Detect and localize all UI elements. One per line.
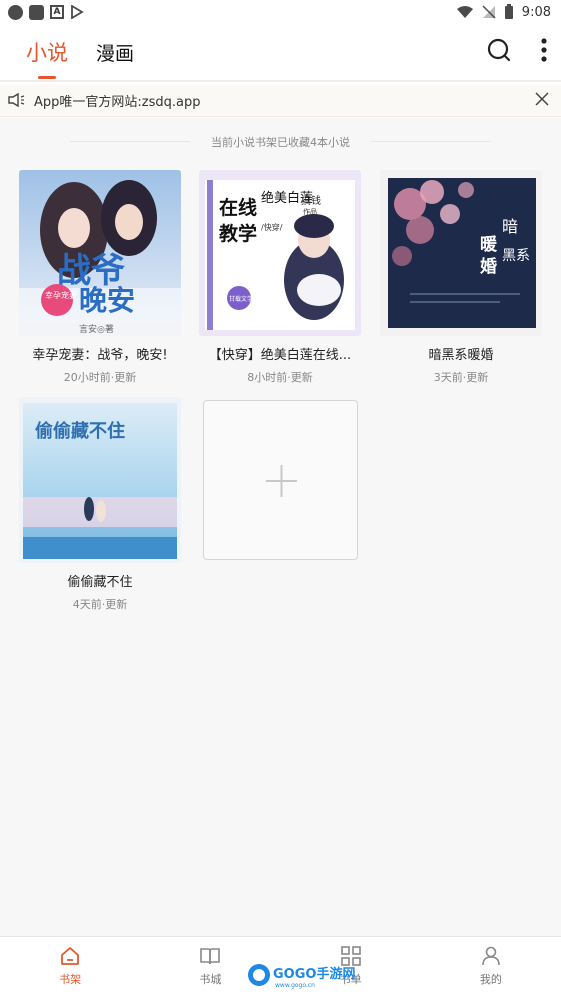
watermark-sub-text: www.gogo.cn <box>275 982 315 989</box>
cover-title-text-4: 婚 <box>480 256 497 277</box>
book-title[interactable]: 偷偷藏不住 <box>19 571 181 590</box>
cover-badge-text: 甘载文学 <box>229 295 253 303</box>
close-icon[interactable] <box>535 92 549 106</box>
book-cover-art: 偷偷藏不住 <box>19 397 181 563</box>
cover-author-text: 言安◎著 <box>79 323 114 335</box>
battery-icon <box>504 4 513 19</box>
plus-icon <box>266 465 297 497</box>
clock: 9:08 <box>521 4 551 20</box>
book-card[interactable]: 在线 教学 绝美白莲 /快穿/ 搞钱 作品 甘载文学 【快穿】绝美白莲在线...… <box>199 170 361 385</box>
cover-title-text-3: 暖 <box>480 234 498 255</box>
book-cover[interactable]: 战爷 晚安 幸孕宠妻 言安◎著 <box>19 170 181 336</box>
cover-title-text-2: 晚安 <box>79 284 135 317</box>
cover-title-text-2: 黑系 <box>502 248 530 264</box>
app-notification-icon <box>29 4 44 20</box>
cover-badge-text: 幸孕宠妻 <box>45 290 77 300</box>
book-icon <box>200 948 221 965</box>
cover-tag-text: /快穿/ <box>261 222 283 232</box>
notification-icon <box>8 4 23 20</box>
more-menu-icon[interactable] <box>541 38 547 62</box>
cover-title-text: 偷偷藏不住 <box>35 420 125 442</box>
book-card[interactable]: 偷偷藏不住 偷偷藏不住 4天前·更新 <box>19 397 181 612</box>
book-title[interactable]: 幸孕宠妻：战爷，晚安! <box>19 344 181 363</box>
book-cover[interactable]: 偷偷藏不住 <box>19 397 181 563</box>
book-update-time: 20小时前·更新 <box>63 371 137 384</box>
search-icon[interactable] <box>487 38 511 62</box>
play-store-icon <box>71 5 84 19</box>
book-cover[interactable]: 在线 教学 绝美白莲 /快穿/ 搞钱 作品 甘载文学 <box>199 170 361 336</box>
book-title[interactable]: 【快穿】绝美白莲在线... <box>199 344 361 363</box>
status-bar: A 9:08 <box>0 0 561 24</box>
nav-profile-label: 我的 <box>479 973 502 986</box>
notice-bar: App唯一官方网站:zsdq.app <box>0 84 561 117</box>
no-signal-icon <box>482 5 496 19</box>
nav-bookshelf-label: 书架 <box>59 973 82 986</box>
cover-title-text: 暗 <box>502 217 518 236</box>
home-icon <box>61 947 80 965</box>
tab-comic[interactable]: 漫画 <box>96 39 134 66</box>
book-update-time: 8小时前·更新 <box>247 371 313 384</box>
book-cover-art: 战爷 晚安 幸孕宠妻 言安◎著 <box>19 170 181 336</box>
status-right: 9:08 <box>456 4 551 20</box>
top-tab-bar: 小说 漫画 <box>0 24 561 82</box>
watermark-text: GOGO手游网 <box>273 966 355 982</box>
book-title[interactable]: 暗黑系暖婚 <box>380 344 542 363</box>
watermark-logo: GOGO手游网 www.gogo.cn <box>248 964 355 989</box>
nav-profile[interactable]: 我的 <box>421 937 561 999</box>
nav-bookstore-label: 书城 <box>199 973 222 986</box>
cover-title-text-2: 教学 <box>219 222 257 245</box>
shelf-info: 当前小说书架已收藏4本小说 <box>0 134 561 150</box>
wifi-icon <box>456 6 473 18</box>
notice-text: App唯一官方网站:zsdq.app <box>34 94 201 110</box>
status-left-icons: A <box>8 4 84 20</box>
bookshelf: 当前小说书架已收藏4本小说 战爷 晚安 幸孕宠妻 言安◎著 幸孕宠妻：战爷，晚安… <box>0 118 561 936</box>
nav-bookshelf[interactable]: 书架 <box>0 937 140 999</box>
book-update-time: 4天前·更新 <box>72 598 128 611</box>
book-cover-art: 暗 黑系 暖 婚 <box>380 170 542 336</box>
add-book-button[interactable] <box>203 400 358 560</box>
book-card[interactable]: 战爷 晚安 幸孕宠妻 言安◎著 幸孕宠妻：战爷，晚安! 20小时前·更新 <box>19 170 181 385</box>
top-actions <box>487 38 547 62</box>
book-cover-art: 在线 教学 绝美白莲 /快穿/ 搞钱 作品 甘载文学 <box>199 170 361 336</box>
book-cover[interactable]: 暗 黑系 暖 婚 <box>380 170 542 336</box>
cover-title-text: 在线 <box>219 196 257 219</box>
book-card[interactable]: 暗 黑系 暖 婚 暗黑系暖婚 3天前·更新 <box>380 170 542 385</box>
a-notification-icon: A <box>50 5 64 19</box>
user-icon <box>482 946 500 966</box>
tab-novel[interactable]: 小说 <box>26 37 68 67</box>
book-update-time: 3天前·更新 <box>433 371 489 384</box>
speaker-icon <box>8 93 25 107</box>
cover-author-text: 搞钱 <box>301 194 321 207</box>
cover-author-sub-text: 作品 <box>303 207 317 216</box>
